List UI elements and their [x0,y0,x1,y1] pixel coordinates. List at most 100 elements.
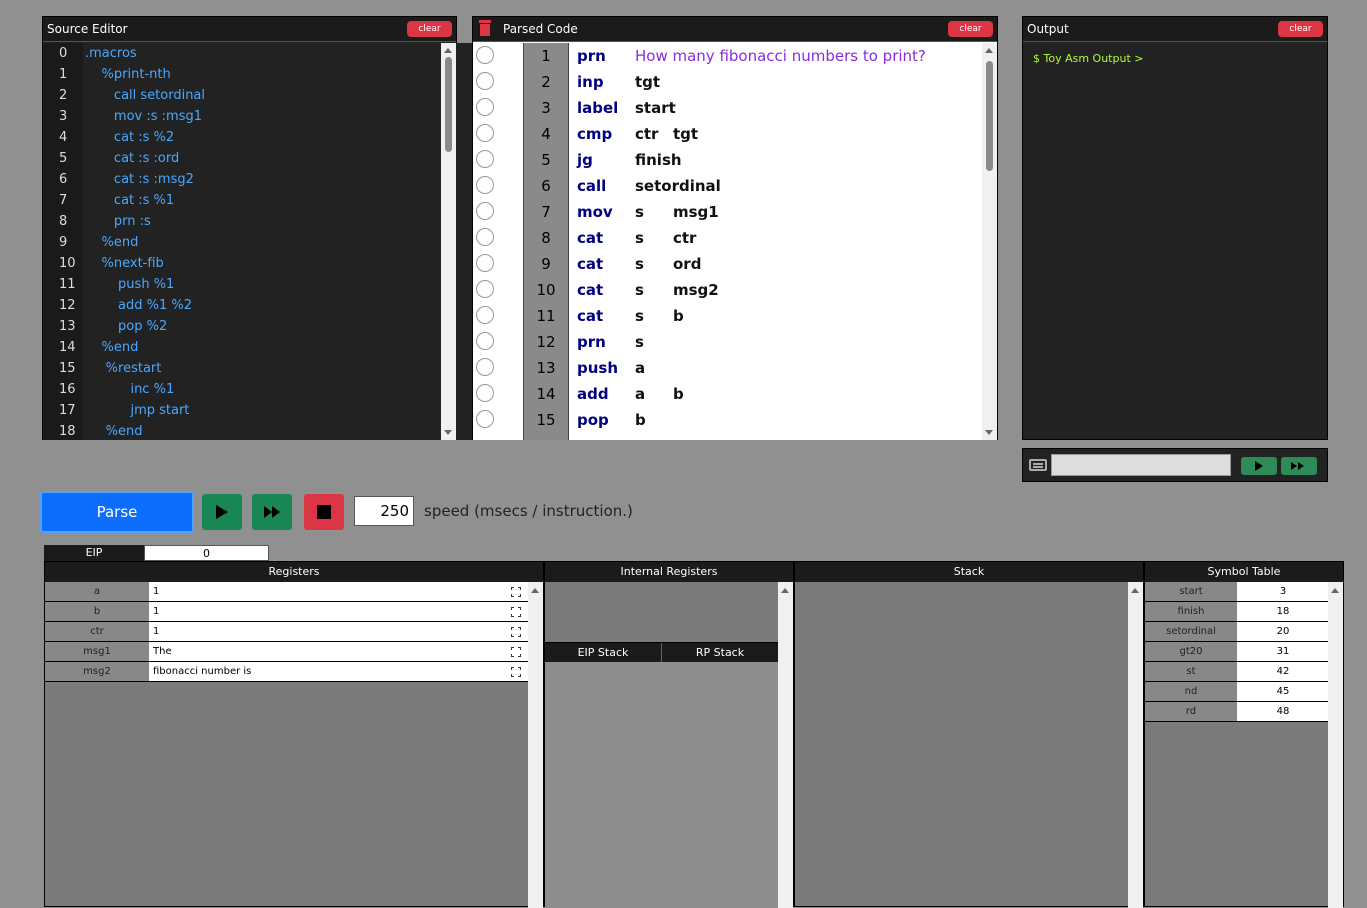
fast-forward-button[interactable] [252,494,292,530]
source-code-line[interactable]: pop %2 [83,316,483,337]
source-code-line[interactable]: cat :s %1 [83,190,483,211]
source-code-line[interactable]: jmp start [83,400,483,421]
breakpoint-toggle[interactable] [473,173,523,199]
source-code-line[interactable]: cat :s :ord [83,148,483,169]
input-run-button[interactable] [1241,457,1277,475]
breakpoint-toggle[interactable] [473,329,523,355]
output-clear-button[interactable]: clear [1278,21,1323,37]
scroll-up-icon[interactable] [444,48,452,53]
scroll-down-icon[interactable] [985,430,993,435]
symbol-scrollbar[interactable] [1328,582,1343,908]
stack-panel: Stack [794,561,1144,908]
symbol-row: st 42 [1145,662,1329,682]
eip-display: EIP 0 [44,545,269,561]
source-code-line[interactable]: cat :s :msg2 [83,169,483,190]
register-value[interactable]: fibonacci number is [149,662,529,681]
breakpoint-toggle[interactable] [473,43,523,69]
parsed-code-header: Parsed Code clear [473,17,997,42]
output-panel: Output clear $ Toy Asm Output > [1022,16,1328,440]
source-code-line[interactable]: inc %1 [83,379,483,400]
source-code-line[interactable]: %end [83,232,483,253]
source-code-line[interactable]: cat :s %2 [83,127,483,148]
breakpoint-toggle[interactable] [473,69,523,95]
registers-scrollbar[interactable] [528,582,543,908]
source-code-line[interactable]: %print-nth [83,64,483,85]
expand-icon[interactable] [511,587,521,597]
parsed-code-row: pop b [569,407,983,433]
source-line-number: 6 [59,172,68,187]
breakpoint-toggle[interactable] [473,381,523,407]
opcode: pop [577,411,609,429]
opcode: label [577,99,619,117]
parsed-line-numbers: 1 2 3 4 5 6 7 8 9 10 11 12 13 14 15 [523,43,569,440]
symbol-name: nd [1145,682,1237,701]
breakpoint-toggle[interactable] [473,355,523,381]
stop-button[interactable] [304,494,344,530]
source-code-line[interactable]: %end [83,421,483,440]
symbol-name: st [1145,662,1237,681]
register-value[interactable]: 1 [149,622,529,641]
source-code-line[interactable]: %end [83,337,483,358]
registers-list: a 1 b 1 ctr 1 msg1 The msg2 fibonacci number is [45,582,529,908]
breakpoint-circle-icon [476,332,494,350]
expand-icon[interactable] [511,647,521,657]
breakpoint-toggle[interactable] [473,277,523,303]
internal-registers-title: Internal Registers [545,562,793,582]
breakpoint-circle-icon [476,384,494,402]
source-code-line[interactable]: %next-fib [83,253,483,274]
parsed-line-number: 1 [541,47,551,65]
register-value[interactable]: 1 [149,582,529,601]
source-code-line[interactable]: push %1 [83,274,483,295]
source-code-line[interactable]: prn :s [83,211,483,232]
breakpoint-circle-icon [476,306,494,324]
parsed-code-row: inp tgt [569,69,983,95]
breakpoint-toggle[interactable] [473,147,523,173]
source-code-line[interactable]: .macros [83,43,483,64]
expand-icon[interactable] [511,607,521,617]
source-clear-button[interactable]: clear [407,21,452,37]
stop-icon [317,505,331,519]
source-code-line[interactable]: call setordinal [83,85,483,106]
register-value[interactable]: The [149,642,529,661]
scroll-down-icon[interactable] [444,430,452,435]
operand-2: msg1 [673,203,719,221]
trash-icon[interactable] [479,20,491,36]
source-line-number: 18 [59,424,76,439]
breakpoint-toggle[interactable] [473,199,523,225]
opcode: prn [577,47,606,65]
stack-scrollbar[interactable] [1128,582,1143,908]
run-button[interactable] [202,494,242,530]
console-input[interactable] [1051,454,1231,476]
source-code-area[interactable]: .macros %print-nth call setordinal mov :… [83,43,483,440]
breakpoint-toggle[interactable] [473,251,523,277]
parsed-code-row: cat s ctr [569,225,983,251]
scroll-thumb[interactable] [445,57,452,152]
operand-1: tgt [635,73,661,91]
scroll-up-icon[interactable] [985,48,993,53]
expand-icon[interactable] [511,667,521,677]
breakpoint-toggle[interactable] [473,407,523,433]
parse-button[interactable]: Parse [40,491,194,533]
symbol-row: gt20 31 [1145,642,1329,662]
breakpoint-circle-icon [476,98,494,116]
source-line-number: 2 [59,88,68,103]
source-code-line[interactable]: add %1 %2 [83,295,483,316]
speed-input[interactable]: 250 [354,496,414,526]
breakpoint-toggle[interactable] [473,303,523,329]
parsed-clear-button[interactable]: clear [948,21,993,37]
breakpoint-toggle[interactable] [473,121,523,147]
internal-scrollbar[interactable] [778,582,793,908]
scroll-thumb[interactable] [986,61,993,171]
parsed-scrollbar[interactable] [982,43,997,440]
opcode: cat [577,307,604,325]
breakpoint-toggle[interactable] [473,95,523,121]
breakpoint-toggle[interactable] [473,225,523,251]
input-fast-forward-button[interactable] [1281,457,1317,475]
source-code-line[interactable]: mov :s :msg1 [83,106,483,127]
register-value[interactable]: 1 [149,602,529,621]
operand-1: setordinal [635,177,721,195]
source-line-number: 4 [59,130,68,145]
expand-icon[interactable] [511,627,521,637]
source-code-line[interactable]: %restart [83,358,483,379]
source-scrollbar[interactable] [441,43,456,440]
